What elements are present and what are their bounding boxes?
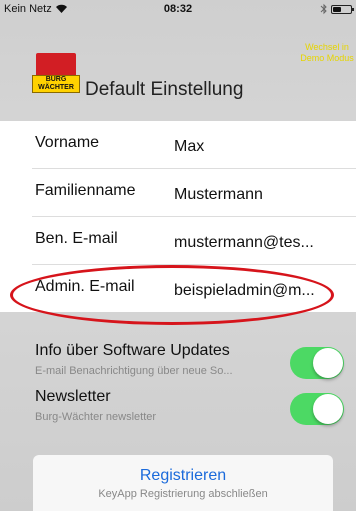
software-updates-title: Info über Software Updates — [35, 342, 230, 359]
user-email-field[interactable]: mustermann@tes... — [174, 234, 350, 252]
demo-mode-button[interactable]: Wechsel in Demo Modus — [300, 42, 354, 64]
header: BURG WÄCHTER Default Einstellung Wechsel … — [0, 20, 356, 120]
newsletter-title: Newsletter — [35, 388, 111, 405]
firstname-row[interactable]: Vorname Max — [0, 121, 356, 169]
bluetooth-icon — [320, 3, 327, 15]
software-updates-subtitle: E-mail Benachrichtigung über neue So... — [35, 365, 233, 377]
battery-icon — [331, 5, 354, 14]
register-label: Registrieren — [139, 467, 227, 484]
register-subtitle: KeyApp Registrierung abschließen — [98, 488, 268, 500]
software-updates-row: Info über Software Updates E-mail Benach… — [0, 340, 356, 386]
user-email-label: Ben. E-mail — [35, 230, 118, 247]
status-bar: Kein Netz 08:32 — [0, 0, 356, 20]
newsletter-toggle[interactable] — [290, 393, 344, 425]
register-button[interactable]: Registrieren KeyApp Registrierung abschl… — [33, 455, 333, 511]
lastname-row[interactable]: Familienname Mustermann — [0, 169, 356, 217]
software-updates-toggle[interactable] — [290, 347, 344, 379]
firstname-field[interactable]: Max — [174, 138, 350, 156]
highlight-ellipse — [10, 265, 334, 325]
newsletter-row: Newsletter Burg-Wächter newsletter — [0, 386, 356, 432]
firstname-label: Vorname — [35, 134, 100, 151]
lastname-field[interactable]: Mustermann — [174, 186, 350, 204]
clock: 08:32 — [163, 3, 193, 15]
page-title: Default Einstellung — [85, 79, 244, 100]
newsletter-subtitle: Burg-Wächter newsletter — [35, 411, 157, 423]
burg-waechter-logo: BURG WÄCHTER — [32, 53, 80, 101]
lastname-label: Familienname — [35, 182, 136, 199]
user-email-row[interactable]: Ben. E-mail mustermann@tes... — [0, 217, 356, 265]
screen: Kein Netz 08:32 BURG WÄCHTER Default Eins… — [0, 0, 356, 511]
